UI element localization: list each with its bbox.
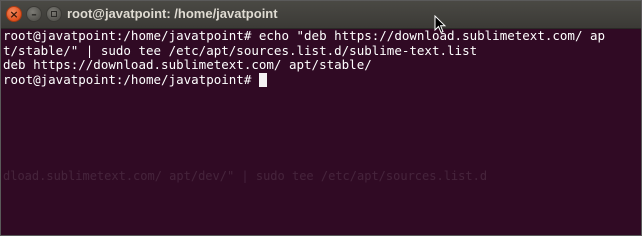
close-button[interactable]: × (6, 6, 22, 22)
terminal-output[interactable]: root@javatpoint:/home/javatpoint# echo "… (1, 29, 641, 235)
terminal-window: × – root@javatpoint: /home/javatpoint ro… (0, 0, 642, 236)
terminal-line: t/stable/" | sudo tee /etc/apt/sources.l… (3, 42, 478, 58)
maximize-icon (51, 11, 57, 17)
mouse-pointer-icon (434, 15, 446, 34)
minimize-icon: – (31, 7, 37, 21)
terminal-prompt: root@javatpoint:/home/javatpoint# (3, 71, 259, 87)
terminal-prompt-line: root@javatpoint:/home/javatpoint# (3, 71, 641, 88)
minimize-button[interactable]: – (26, 6, 42, 22)
close-icon: × (9, 7, 19, 21)
maximize-button[interactable] (46, 6, 62, 22)
title-bar[interactable]: × – root@javatpoint: /home/javatpoint (1, 1, 641, 29)
terminal-line: root@javatpoint:/home/javatpoint# echo "… (3, 29, 606, 43)
text-cursor (258, 72, 267, 87)
ghost-text: dload.sublimetext.com/ apt/dev/" | sudo … (3, 169, 488, 183)
window-title: root@javatpoint: /home/javatpoint (67, 6, 278, 21)
terminal-line: deb https://download.sublimetext.com/ ap… (3, 57, 372, 72)
